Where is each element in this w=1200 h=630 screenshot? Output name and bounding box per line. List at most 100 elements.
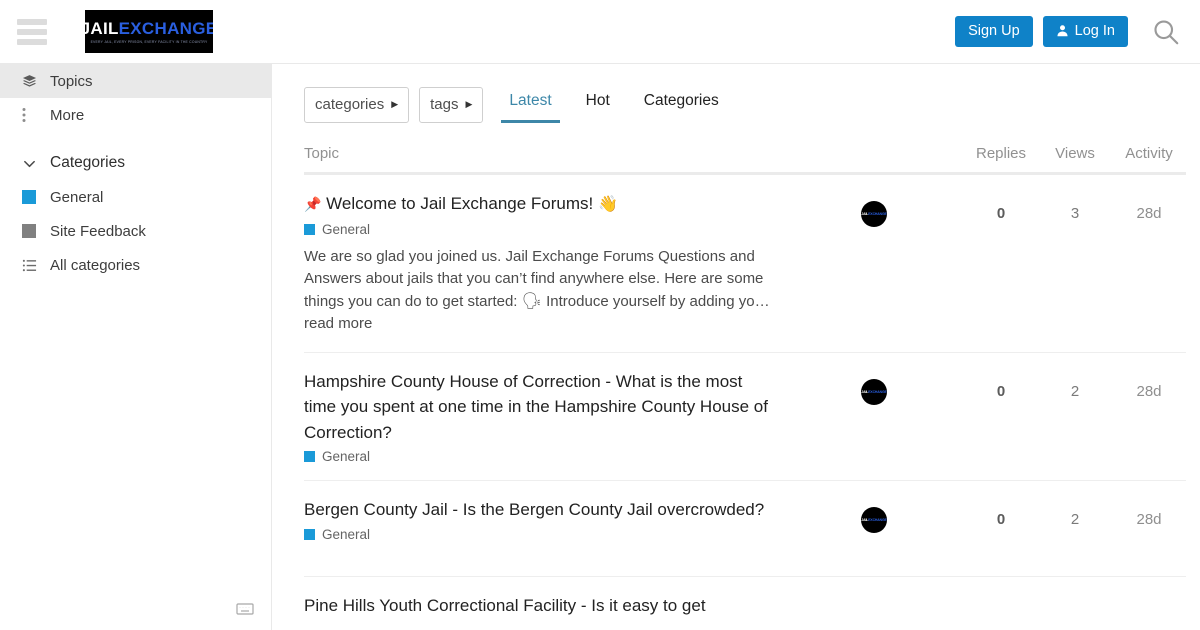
table-row[interactable]: Bergen County Jail - Is the Bergen Count… (304, 481, 1186, 577)
table-row[interactable]: Hampshire County House of Correction - W… (304, 353, 1186, 481)
topic-title[interactable]: Hampshire County House of Correction - W… (304, 369, 774, 446)
activity-time: 28d (1136, 205, 1162, 222)
topic-list-header: Topic Replies Views Activity (304, 145, 1186, 175)
topic-category-label: General (322, 449, 371, 464)
logo-tagline: EVERY JAIL, EVERY PRISON, EVERY FACILITY… (90, 39, 208, 44)
vertical-dots-icon (22, 107, 44, 123)
tab-latest[interactable]: Latest (501, 86, 560, 123)
category-square-icon (304, 528, 315, 540)
column-header-activity[interactable]: Activity (1112, 145, 1186, 162)
keyboard-icon[interactable] (236, 602, 254, 616)
sidebar-item-topics[interactable]: Topics (0, 64, 271, 98)
search-icon[interactable] (1150, 16, 1182, 48)
layers-icon (22, 74, 44, 89)
header-actions: Sign Up Log In (955, 16, 1182, 48)
tab-label: Hot (585, 92, 610, 109)
tab-categories[interactable]: Categories (636, 86, 727, 123)
chevron-down-icon (22, 156, 44, 171)
caret-right-icon: ▶ (465, 99, 473, 109)
site-header: JAILEXCHANGE EVERY JAIL, EVERY PRISON, E… (0, 0, 1200, 64)
hamburger-bar (17, 28, 47, 35)
poster-cell: JAILEXCHANGE (784, 497, 964, 533)
sidebar-category-site-feedback[interactable]: Site Feedback (0, 214, 271, 248)
column-header-views[interactable]: Views (1038, 145, 1112, 162)
sidebar: Topics More Categories General Site Feed (0, 64, 272, 630)
topic-title[interactable]: Bergen County Jail - Is the Bergen Count… (304, 497, 774, 523)
topic-category[interactable]: General (304, 449, 774, 464)
topic-category-label: General (322, 526, 371, 542)
avatar[interactable]: JAILEXCHANGE (861, 507, 887, 533)
sidebar-category-label: All categories (50, 256, 141, 274)
sidebar-category-label: Site Feedback (50, 222, 146, 240)
table-row[interactable]: 📌 Welcome to Jail Exchange Forums! 👋 Gen… (304, 175, 1186, 353)
hamburger-bar (17, 38, 47, 45)
table-row[interactable]: Pine Hills Youth Correctional Facility -… (304, 577, 1186, 630)
column-header-topic: Topic (304, 145, 340, 162)
categories-dropdown-label: categories (315, 96, 385, 113)
speaking-head-icon: 🗣 (521, 292, 542, 310)
pushpin-icon: 📌 (304, 196, 322, 212)
log-in-button[interactable]: Log In (1042, 16, 1128, 47)
views-count: 3 (1070, 205, 1080, 222)
avatar[interactable]: JAILEXCHANGE (861, 378, 887, 405)
read-more-link[interactable]: read more (304, 315, 372, 332)
avatar[interactable]: JAILEXCHANGE (861, 201, 887, 227)
sidebar-categories-label: Categories (50, 154, 125, 172)
topic-title[interactable]: 📌 Welcome to Jail Exchange Forums! 👋 (304, 191, 774, 218)
main-content: categories ▶ tags ▶ Latest Hot Categorie… (272, 64, 1200, 630)
topic-cell: Hampshire County House of Correction - W… (304, 369, 784, 464)
column-header-replies[interactable]: Replies (964, 145, 1038, 162)
activity-time: 28d (1136, 382, 1162, 400)
topic-title[interactable]: Pine Hills Youth Correctional Facility -… (304, 593, 774, 619)
sidebar-categories-header[interactable]: Categories (0, 146, 271, 180)
views-count: 2 (1070, 382, 1080, 400)
logo-text-jail: JAIL (85, 18, 119, 38)
sidebar-item-more[interactable]: More (0, 98, 271, 132)
topic-excerpt: We are so glad you joined us. Jail Excha… (304, 246, 774, 336)
topic-category[interactable]: General (304, 527, 774, 542)
topic-cell: Pine Hills Youth Correctional Facility -… (304, 593, 784, 619)
tab-label: Categories (643, 92, 719, 109)
logo-wordmark: JAILEXCHANGE (85, 20, 213, 37)
tags-dropdown[interactable]: tags ▶ (419, 86, 484, 123)
topic-filter-bar: categories ▶ tags ▶ Latest Hot Categorie… (272, 64, 1200, 123)
waving-hand-icon: 👋 (597, 196, 618, 213)
sidebar-category-general[interactable]: General (0, 180, 271, 214)
views-count: 2 (1070, 511, 1080, 528)
category-square-icon (304, 223, 315, 235)
sidebar-item-label: Topics (50, 72, 93, 90)
topic-cell: 📌 Welcome to Jail Exchange Forums! 👋 Gen… (304, 191, 784, 336)
topic-title-text: Welcome to Jail Exchange Forums! (326, 194, 594, 213)
excerpt-text-after: Introduce yourself by adding yo… (541, 292, 770, 310)
site-logo[interactable]: JAILEXCHANGE EVERY JAIL, EVERY PRISON, E… (85, 10, 213, 53)
sidebar-item-label: More (50, 106, 85, 124)
user-icon (1056, 24, 1069, 39)
caret-right-icon: ▶ (391, 99, 399, 109)
logo-text-exchange: EXCHANGE (118, 18, 213, 38)
categories-dropdown[interactable]: categories ▶ (304, 86, 410, 123)
topic-category[interactable]: General (304, 222, 774, 237)
log-in-label: Log In (1074, 23, 1115, 40)
replies-count: 0 (996, 382, 1006, 400)
topic-category-label: General (322, 221, 371, 237)
category-square-icon (304, 451, 315, 462)
sidebar-category-label: General (50, 188, 104, 206)
category-square-icon (22, 224, 44, 238)
replies-count: 0 (996, 205, 1006, 222)
tags-dropdown-label: tags (430, 96, 459, 113)
category-square-icon (22, 190, 44, 204)
sign-up-button[interactable]: Sign Up (955, 16, 1033, 47)
sign-up-label: Sign Up (968, 23, 1020, 40)
poster-cell: JAILEXCHANGE (784, 191, 964, 227)
hamburger-icon[interactable] (17, 18, 47, 45)
activity-time: 28d (1136, 511, 1162, 528)
sidebar-all-categories[interactable]: All categories (0, 248, 271, 282)
hamburger-bar (17, 18, 47, 25)
replies-count: 0 (996, 511, 1006, 528)
tab-hot[interactable]: Hot (578, 86, 618, 123)
list-icon (22, 258, 44, 273)
tab-label: Latest (509, 92, 552, 109)
poster-cell: JAILEXCHANGE (784, 369, 964, 405)
topic-cell: Bergen County Jail - Is the Bergen Count… (304, 497, 784, 542)
